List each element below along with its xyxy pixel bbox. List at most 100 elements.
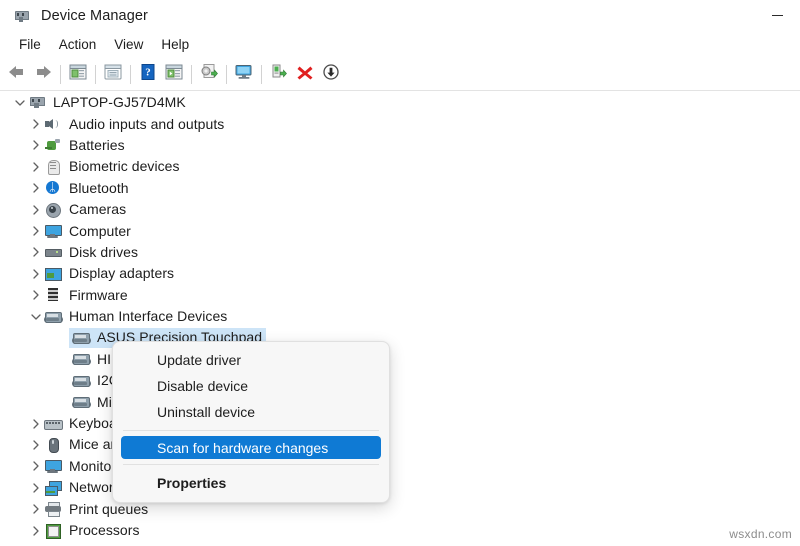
toolbar-bottom-divider [0, 90, 800, 91]
battery-icon [44, 136, 62, 153]
keyboard-icon [44, 415, 63, 432]
context-menu-item[interactable]: Properties [113, 470, 389, 496]
tree-node-content[interactable]: Batteries [41, 135, 129, 155]
tree-node-label: Print queues [69, 500, 149, 517]
menu-bar: File Action View Help [0, 31, 800, 58]
hid-device-icon [72, 393, 91, 410]
hid-device-icon [72, 329, 91, 346]
disable-device-button[interactable] [292, 61, 318, 87]
disk-drive-icon [44, 243, 62, 260]
context-menu-item[interactable]: Scan for hardware changes [121, 436, 381, 459]
tree-node-content[interactable]: Biometric devices [41, 157, 184, 177]
fingerprint-icon [44, 158, 62, 175]
tree-node[interactable]: Batteries [0, 135, 800, 156]
svg-text:?: ? [145, 66, 151, 78]
properties-button[interactable] [100, 61, 126, 87]
hid-device-icon [72, 350, 91, 367]
back-button[interactable] [4, 61, 30, 87]
context-menu-item[interactable]: Update driver [113, 347, 389, 373]
monitor-icon [44, 457, 62, 474]
tree-node-label: LAPTOP-GJ57D4MK [53, 94, 186, 111]
tree-node-content[interactable]: Display adapters [41, 264, 178, 284]
tree-node[interactable]: Biometric devices [0, 156, 800, 177]
display-adapter-icon [44, 265, 62, 282]
tree-node-content[interactable]: Computer [41, 221, 135, 241]
forward-button[interactable] [30, 61, 56, 87]
toolbar-separator [226, 64, 227, 84]
uninstall-device-icon [269, 63, 289, 86]
firmware-chip-icon [44, 286, 62, 303]
show-hide-console-tree-button[interactable] [65, 61, 91, 87]
tree-node-label: Processors [69, 522, 140, 538]
watermark: wsxdn.com [729, 527, 792, 541]
tree-node[interactable]: Firmware [0, 285, 800, 306]
toolbar-separator [60, 64, 61, 84]
tree-node-content[interactable]: Audio inputs and outputs [41, 114, 228, 134]
tree-node-content[interactable]: Processors [41, 521, 144, 541]
update-driver-button[interactable] [196, 61, 222, 87]
camera-icon [44, 201, 62, 218]
hid-device-icon [72, 372, 91, 389]
menu-help[interactable]: Help [152, 35, 198, 54]
enable-device-button[interactable] [318, 61, 344, 87]
action-pane-icon [164, 63, 184, 86]
menu-separator [123, 464, 379, 465]
tree-node-content[interactable]: Disk drives [41, 242, 142, 262]
show-hide-action-pane-button[interactable] [161, 61, 187, 87]
context-menu-item[interactable]: Uninstall device [113, 399, 389, 425]
tree-node-label: Batteries [69, 136, 125, 153]
tree-node-content[interactable]: Human Interface Devices [41, 307, 231, 327]
question-mark-icon: ? [138, 63, 158, 86]
arrow-left-icon [7, 64, 27, 85]
toolbar: ? [0, 58, 800, 90]
tree-node-label: Disk drives [69, 243, 139, 260]
title-bar: Device Manager [0, 0, 800, 31]
properties-window-icon [103, 63, 123, 86]
processor-icon [44, 522, 62, 539]
tree-node-content[interactable]: Cameras [41, 200, 130, 220]
tree-node[interactable]: LAPTOP-GJ57D4MK [0, 92, 800, 113]
context-menu-item[interactable]: Disable device [113, 373, 389, 399]
down-arrow-circle-icon [321, 63, 341, 86]
speaker-icon [44, 115, 62, 132]
toolbar-separator [261, 64, 262, 84]
tree-node-label: Computer [69, 222, 131, 239]
menu-file[interactable]: File [10, 35, 50, 54]
tree-node-label: Audio inputs and outputs [69, 115, 225, 132]
tree-node-label: Display adapters [69, 265, 175, 282]
monitor-icon [44, 222, 62, 239]
tree-node-label: Human Interface Devices [69, 308, 228, 325]
tree-node[interactable]: ᛦ Bluetooth [0, 178, 800, 199]
tree-node[interactable]: Cameras [0, 199, 800, 220]
minimize-icon [771, 14, 783, 17]
menu-action[interactable]: Action [50, 35, 106, 54]
tree-node-content[interactable]: LAPTOP-GJ57D4MK [25, 93, 190, 113]
tree-node-content[interactable]: Firmware [41, 285, 132, 305]
console-tree-icon [68, 63, 88, 86]
help-button[interactable]: ? [135, 61, 161, 87]
toolbar-separator [191, 64, 192, 84]
toolbar-separator [130, 64, 131, 84]
update-driver-icon [199, 63, 219, 86]
scan-monitor-icon [234, 63, 254, 86]
menu-view[interactable]: View [105, 35, 152, 54]
tree-node[interactable]: Disk drives [0, 242, 800, 263]
hid-device-icon [44, 308, 63, 325]
tree-node[interactable]: Processors [0, 520, 800, 541]
mouse-icon [44, 436, 62, 453]
tree-node[interactable]: Human Interface Devices [0, 306, 800, 327]
computer-plug-icon [28, 94, 46, 111]
minimize-button[interactable] [754, 0, 800, 31]
device-context-menu[interactable]: Update driver Disable device Uninstall dev… [112, 341, 390, 503]
device-plug-icon [13, 8, 29, 24]
menu-separator [123, 430, 379, 431]
scan-for-hardware-changes-button[interactable] [231, 61, 257, 87]
tree-node-content[interactable]: ᛦ Bluetooth [41, 178, 133, 198]
tree-node[interactable]: Audio inputs and outputs [0, 113, 800, 134]
tree-node[interactable]: Computer [0, 220, 800, 241]
tree-node[interactable]: Display adapters [0, 263, 800, 284]
red-x-icon [295, 63, 315, 86]
network-adapter-icon [44, 479, 62, 496]
uninstall-device-button[interactable] [266, 61, 292, 87]
arrow-right-icon [33, 64, 53, 85]
